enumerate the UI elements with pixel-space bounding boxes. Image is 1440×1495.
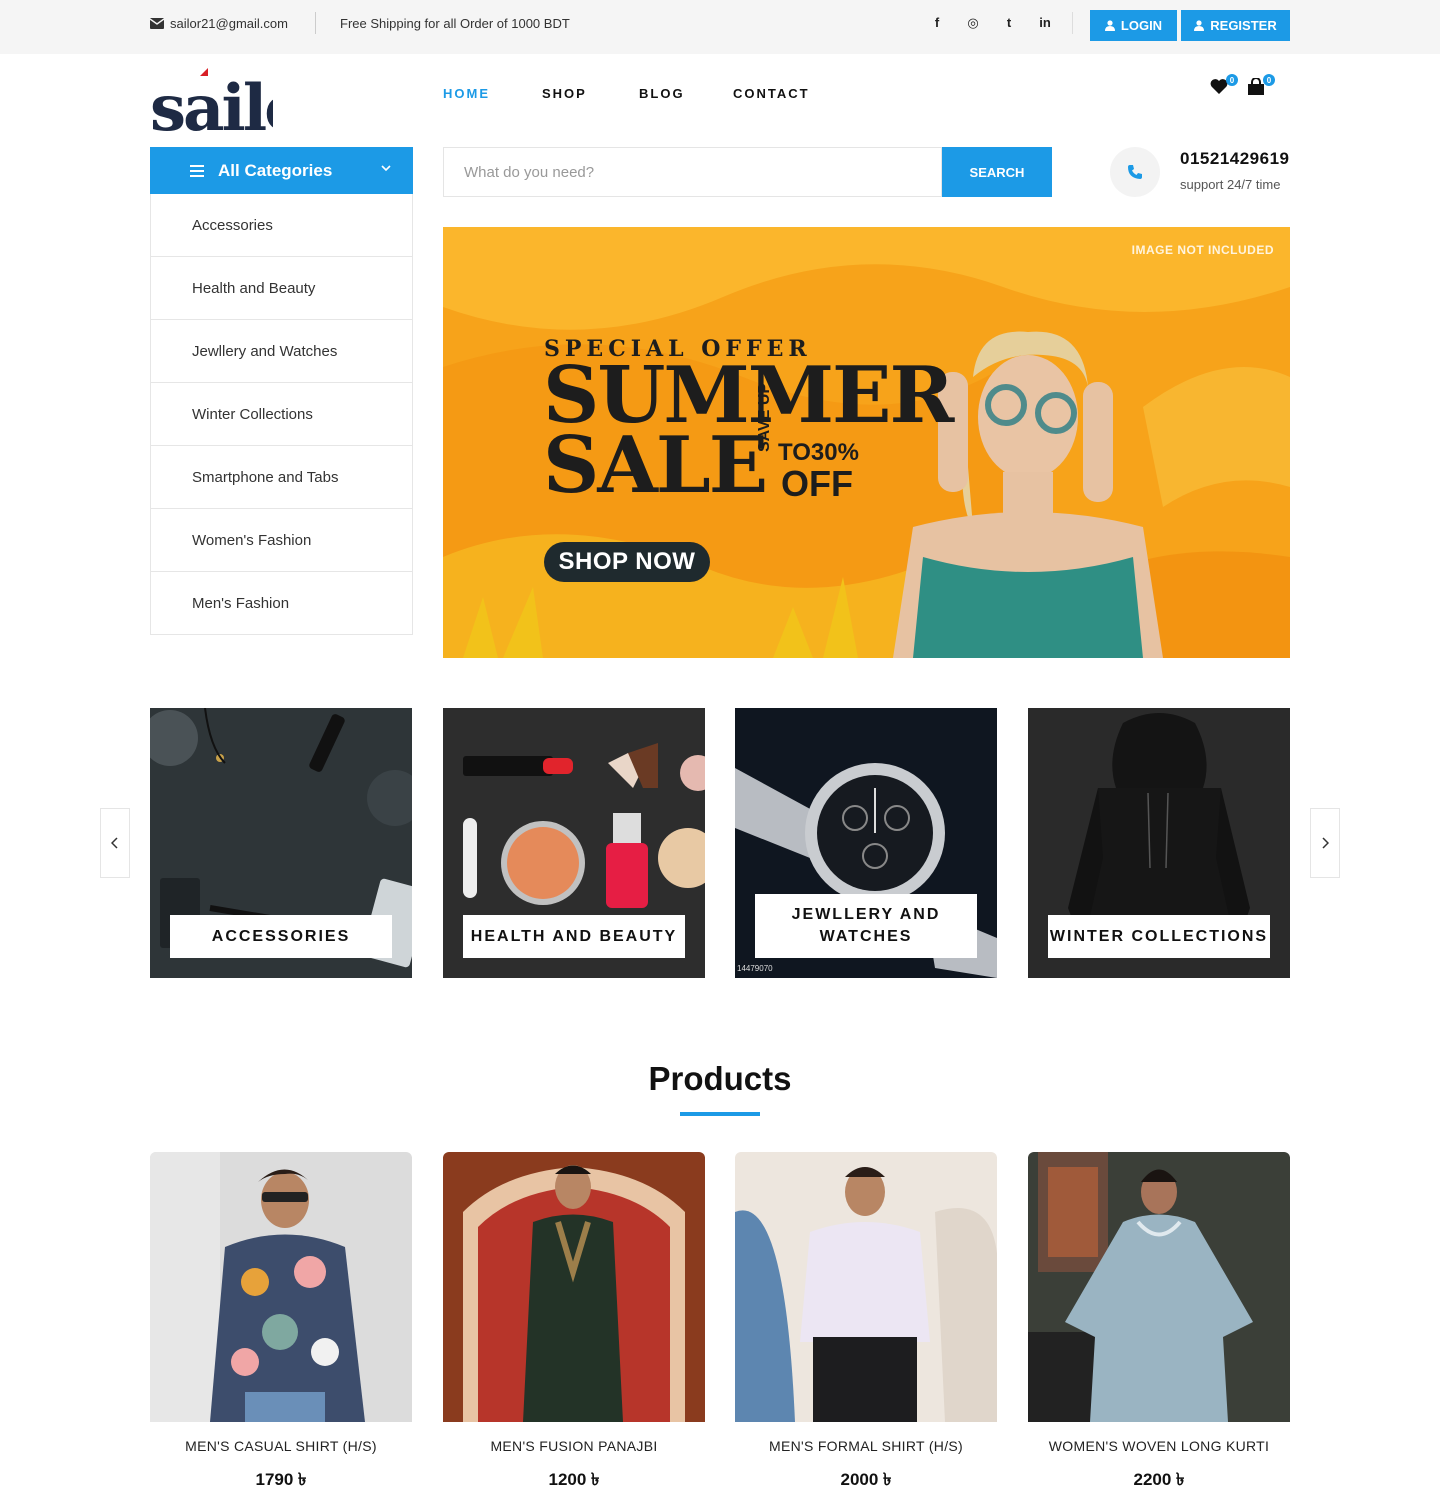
menu-icon (190, 164, 204, 177)
search-button[interactable]: SEARCH (942, 147, 1052, 197)
product-price: 2000 ৳ (840, 1470, 892, 1489)
product-name[interactable]: MEN'S FUSION PANAJBI (443, 1438, 705, 1454)
category-item-winter-collections[interactable]: Winter Collections (151, 383, 412, 446)
hero-sale: SALE (543, 420, 768, 511)
carousel-next-button[interactable] (1310, 808, 1340, 878)
category-item-smartphone-tabs[interactable]: Smartphone and Tabs (151, 446, 412, 509)
cart-button[interactable]: 0 (1247, 74, 1275, 101)
category-list: Accessories Health and Beauty Jewllery a… (150, 194, 413, 635)
category-tile-winter-collections[interactable]: WINTER COLLECTIONS (1028, 708, 1290, 978)
support-text: support 24/7 time (1180, 177, 1281, 192)
tile-label-jewellery-watches: JEWLLERY AND WATCHES (755, 894, 977, 958)
wishlist-button[interactable]: 0 (1210, 74, 1238, 100)
divider (1072, 12, 1073, 34)
register-label: REGISTER (1210, 18, 1277, 33)
nav-shop[interactable]: SHOP (542, 86, 587, 101)
tile-label-health-beauty: HEALTH AND BEAUTY (463, 915, 685, 958)
login-button[interactable]: LOGIN (1090, 10, 1177, 41)
support-phone[interactable]: 01521429619 (1180, 149, 1290, 169)
product-image-casual-shirt[interactable] (150, 1152, 412, 1422)
product-name[interactable]: MEN'S CASUAL SHIRT (H/S) (150, 1438, 412, 1454)
top-bar: sailor21@gmail.com Free Shipping for all… (0, 0, 1440, 54)
email-text: sailor21@gmail.com (170, 16, 288, 31)
hero-banner[interactable]: IMAGE NOT INCLUDED SPECIAL OFFER SUMMER … (443, 227, 1290, 658)
tile-label-line2: WATCHES (819, 928, 913, 945)
search-input[interactable] (443, 147, 942, 197)
section-title-underline (680, 1112, 760, 1116)
chevron-left-icon (111, 837, 118, 849)
product-image-fusion-panjabi[interactable] (443, 1152, 705, 1422)
category-item-womens-fashion[interactable]: Women's Fashion (151, 509, 412, 572)
social-links: f ◎ t in (930, 15, 1052, 31)
tile-label-accessories: ACCESSORIES (170, 915, 392, 958)
envelope-icon (150, 18, 164, 29)
product-name[interactable]: WOMEN'S WOVEN LONG KURTI (1028, 1438, 1290, 1454)
wishlist-count: 0 (1226, 74, 1238, 86)
nav-contact[interactable]: CONTACT (733, 86, 810, 101)
chevron-down-icon (381, 161, 391, 175)
product-price: 1790 ৳ (255, 1470, 307, 1489)
category-item-health-beauty[interactable]: Health and Beauty (151, 257, 412, 320)
image-id-caption: 14479070 (737, 964, 773, 973)
nav-home[interactable]: HOME (443, 86, 490, 101)
hero-off: OFF (781, 463, 853, 504)
category-item-mens-fashion[interactable]: Men's Fashion (151, 572, 412, 634)
category-tile-health-beauty[interactable]: HEALTH AND BEAUTY (443, 708, 705, 978)
hero-save-up: SAVE UP (756, 382, 773, 452)
product-price: 1200 ৳ (548, 1470, 600, 1489)
sailor-logo[interactable]: sailor (148, 62, 342, 146)
product-image-formal-shirt[interactable] (735, 1152, 997, 1422)
category-item-accessories[interactable]: Accessories (151, 194, 412, 257)
cart-count: 0 (1263, 74, 1275, 86)
twitter-icon[interactable]: t (1002, 15, 1016, 31)
shop-now-button[interactable]: SHOP NOW (544, 542, 710, 582)
linkedin-icon[interactable]: in (1038, 15, 1052, 31)
tile-label-winter-collections: WINTER COLLECTIONS (1048, 915, 1270, 958)
divider (315, 12, 316, 34)
all-categories-toggle[interactable]: All Categories (150, 147, 413, 194)
product-image-woven-kurti[interactable] (1028, 1152, 1290, 1422)
user-icon (1194, 20, 1205, 31)
shipping-notice: Free Shipping for all Order of 1000 BDT (340, 16, 570, 31)
all-categories-label: All Categories (218, 160, 333, 180)
product-name[interactable]: MEN'S FORMAL SHIRT (H/S) (735, 1438, 997, 1454)
facebook-icon[interactable]: f (930, 15, 944, 31)
phone-icon (1110, 147, 1160, 197)
svg-text:sailor: sailor (150, 71, 273, 137)
products-section-title: Products (648, 1060, 792, 1097)
chevron-right-icon (1322, 837, 1329, 849)
category-tile-accessories[interactable]: ACCESSORIES (150, 708, 412, 978)
carousel-prev-button[interactable] (100, 808, 130, 878)
login-label: LOGIN (1120, 18, 1163, 33)
image-not-included-note: IMAGE NOT INCLUDED (1131, 243, 1274, 257)
register-button[interactable]: REGISTER (1181, 10, 1290, 41)
instagram-icon[interactable]: ◎ (966, 15, 980, 31)
tile-label-line1: JEWLLERY AND (791, 906, 941, 923)
nav-blog[interactable]: BLOG (639, 86, 685, 101)
category-item-jewellery-watches[interactable]: Jewllery and Watches (151, 320, 412, 383)
user-icon (1104, 20, 1115, 31)
product-price: 2200 ৳ (1133, 1470, 1185, 1489)
email-contact[interactable]: sailor21@gmail.com (150, 16, 288, 31)
category-tile-jewellery-watches[interactable]: JEWLLERY AND WATCHES 14479070 (735, 708, 997, 978)
